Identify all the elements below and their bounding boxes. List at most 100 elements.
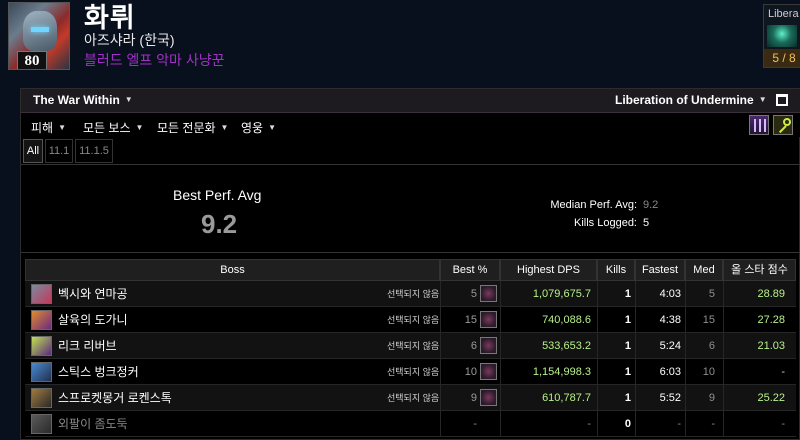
character-realm[interactable]: 아즈샤라 (한국) bbox=[84, 30, 175, 50]
column-divider bbox=[723, 411, 724, 437]
col-med[interactable]: Med bbox=[685, 259, 723, 281]
boss-name[interactable]: 벡시와 연마공 bbox=[58, 281, 128, 307]
boss-name[interactable]: 스프로켓몽거 로켄스톡 bbox=[58, 385, 172, 411]
chevron-down-icon: ▼ bbox=[758, 95, 767, 104]
all-star-score: - bbox=[781, 366, 785, 378]
spec-filter-label: 모든 전문화 bbox=[157, 121, 216, 135]
kills-logged-value: 5 bbox=[643, 217, 650, 229]
unselected-text: 선택되지 않음 bbox=[387, 367, 440, 377]
best-percent: 15 bbox=[464, 314, 477, 326]
expansion-label: The War Within bbox=[33, 93, 120, 107]
raid-progress-card[interactable]: Libera 5 / 8 bbox=[763, 4, 800, 68]
visor-glow bbox=[31, 27, 49, 32]
metric-label: 피해 bbox=[31, 121, 54, 135]
boss-name[interactable]: 외팔이 좀도둑 bbox=[58, 411, 128, 437]
character-header: 80 화뤼 아즈샤라 (한국) 블러드 엘프 악마 사냥꾼 Libera 5 /… bbox=[0, 0, 800, 76]
filter-toolbar: 피해 ▼ 모든 보스 ▼ 모든 전문화 ▼ 영웅 ▼ bbox=[21, 113, 800, 137]
median-percent: 5 bbox=[708, 288, 715, 300]
median-percent: - bbox=[711, 418, 715, 430]
boss-filter-dropdown[interactable]: 모든 보스 ▼ bbox=[83, 119, 143, 136]
table-row[interactable]: 외팔이 좀도둑 - - 0 - - - bbox=[25, 411, 796, 437]
chevron-down-icon: ▼ bbox=[135, 123, 144, 132]
boss-rik-icon bbox=[31, 336, 52, 356]
fastest-time: - bbox=[677, 418, 681, 430]
col-all-star[interactable]: 올 스타 점수 bbox=[723, 259, 796, 281]
best-percent: - bbox=[473, 418, 477, 430]
table-row[interactable]: 리크 리버브 선택되지 않음 6 533,653.2 1 5:24 6 21.03 bbox=[25, 333, 796, 359]
patch-tabs: All 11.1 11.1.5 bbox=[21, 137, 800, 165]
boss-name[interactable]: 살육의 도가니 bbox=[58, 307, 128, 333]
boss-name[interactable]: 스틱스 벙크정커 bbox=[58, 359, 139, 385]
boss-name[interactable]: 리크 리버브 bbox=[58, 333, 117, 359]
chevron-down-icon: ▼ bbox=[58, 123, 67, 132]
column-divider bbox=[635, 333, 636, 359]
highest-dps: 610,787.7 bbox=[542, 392, 591, 404]
table-row[interactable]: 벡시와 연마공 선택되지 않음 5 1,079,675.7 1 4:03 5 28.89 bbox=[25, 281, 796, 307]
difficulty-dropdown[interactable]: 영웅 ▼ bbox=[241, 119, 276, 136]
weapon-icon[interactable] bbox=[480, 337, 497, 354]
col-highest-dps[interactable]: Highest DPS bbox=[500, 259, 597, 281]
column-divider bbox=[685, 333, 686, 359]
best-perf-label: Best Perf. Avg bbox=[173, 187, 262, 203]
kills-logged-label: Kills Logged: bbox=[574, 217, 637, 229]
table-row[interactable]: 스프로켓몽거 로켄스톡 선택되지 않음 9 610,787.7 1 5:52 9 25.22 bbox=[25, 385, 796, 411]
character-avatar[interactable]: 80 bbox=[8, 2, 70, 70]
highest-dps: 740,088.6 bbox=[542, 314, 591, 326]
col-boss[interactable]: Boss bbox=[25, 259, 440, 281]
kill-count: 1 bbox=[624, 392, 631, 404]
performance-summary: Best Perf. Avg 9.2 Median Perf. Avg: 9.2… bbox=[21, 165, 800, 253]
tab-11-1[interactable]: 11.1 bbox=[45, 139, 73, 163]
unselected-text: 선택되지 않음 bbox=[387, 393, 440, 403]
fastest-time: 6:03 bbox=[659, 366, 681, 378]
expansion-dropdown[interactable]: The War Within ▼ bbox=[33, 93, 133, 107]
difficulty-label: 영웅 bbox=[241, 121, 264, 135]
median-percent: 9 bbox=[708, 392, 715, 404]
column-divider bbox=[635, 385, 636, 411]
maximize-icon[interactable] bbox=[776, 94, 788, 106]
highest-dps: 533,653.2 bbox=[542, 340, 591, 352]
best-percent: 9 bbox=[470, 392, 477, 404]
all-star-score: - bbox=[781, 418, 785, 430]
kill-count: 1 bbox=[624, 288, 631, 300]
column-divider bbox=[635, 359, 636, 385]
col-kills[interactable]: Kills bbox=[597, 259, 635, 281]
col-fastest[interactable]: Fastest bbox=[635, 259, 685, 281]
best-percent: 5 bbox=[470, 288, 477, 300]
fastest-time: 5:24 bbox=[659, 340, 681, 352]
boss-cauldron-icon bbox=[31, 310, 52, 330]
weapon-icon[interactable] bbox=[480, 389, 497, 406]
weapon-icon[interactable] bbox=[480, 311, 497, 328]
tab-all[interactable]: All bbox=[23, 139, 43, 163]
column-divider bbox=[723, 307, 724, 333]
kill-count: 1 bbox=[624, 314, 631, 326]
col-best[interactable]: Best % bbox=[440, 259, 500, 281]
median-percent: 15 bbox=[702, 314, 715, 326]
raid-label: Liberation of Undermine bbox=[615, 93, 754, 107]
kill-count: 1 bbox=[624, 366, 631, 378]
weapon-icon[interactable] bbox=[480, 285, 497, 302]
spec-filter-dropdown[interactable]: 모든 전문화 ▼ bbox=[157, 119, 228, 136]
column-divider bbox=[685, 307, 686, 333]
column-divider bbox=[723, 281, 724, 307]
spec-icons-button[interactable] bbox=[749, 115, 769, 135]
fastest-time: 5:52 bbox=[659, 392, 681, 404]
fastest-time: 4:38 bbox=[659, 314, 681, 326]
best-percent: 10 bbox=[464, 366, 477, 378]
metric-dropdown[interactable]: 피해 ▼ bbox=[31, 119, 66, 136]
raid-icon bbox=[767, 25, 797, 47]
best-percent: 6 bbox=[470, 340, 477, 352]
kill-count: 0 bbox=[624, 418, 631, 430]
column-divider bbox=[635, 411, 636, 437]
median-percent: 10 bbox=[702, 366, 715, 378]
column-divider bbox=[723, 385, 724, 411]
tab-11-1-5[interactable]: 11.1.5 bbox=[75, 139, 113, 163]
best-perf-value: 9.2 bbox=[201, 209, 238, 239]
unselected-text: 선택되지 않음 bbox=[387, 315, 440, 325]
raid-progress-title: Libera bbox=[768, 8, 799, 20]
weapon-icon[interactable] bbox=[480, 363, 497, 380]
table-row[interactable]: 스틱스 벙크정커 선택되지 않음 10 1,154,998.3 1 6:03 10 - bbox=[25, 359, 796, 385]
table-row[interactable]: 살육의 도가니 선택되지 않음 15 740,088.6 1 4:38 15 27.28 bbox=[25, 307, 796, 333]
median-perf-label: Median Perf. Avg: bbox=[550, 199, 637, 211]
raid-dropdown[interactable]: Liberation of Undermine ▼ bbox=[615, 93, 767, 107]
key-icon[interactable] bbox=[773, 115, 793, 135]
